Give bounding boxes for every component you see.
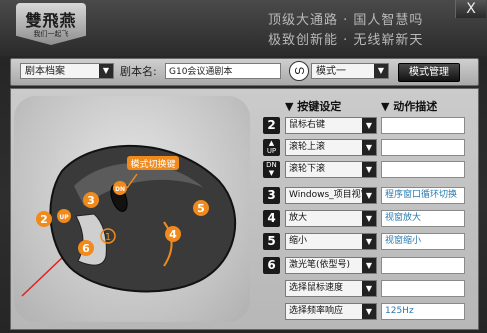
profile-name-input[interactable]: G10会议通剧本	[165, 63, 281, 79]
mouse-speed-label: 选择鼠标速度	[289, 283, 344, 293]
chevron-down-icon[interactable]: ▼	[362, 281, 376, 296]
scroll-up-action-select[interactable]: 滚轮上滚 ▼	[285, 139, 377, 156]
laser-beam	[21, 255, 65, 297]
mode-select-value: 模式一	[316, 66, 346, 77]
mode-switch-callout-label: 模式切换键	[130, 158, 175, 170]
logo-sub-text: 我们一起飞	[33, 30, 69, 38]
marker-dn-label: DN	[115, 186, 125, 193]
profile-select[interactable]: 剧本档案 ▼	[20, 63, 114, 79]
chevron-down-icon[interactable]: ▼	[362, 258, 376, 273]
chevron-down-icon[interactable]: ▼	[362, 234, 376, 249]
polling-rate-select[interactable]: 选择频率响应 ▼	[285, 303, 377, 320]
button-2-badge: 2	[263, 117, 280, 134]
chevron-down-icon[interactable]: ▼	[362, 211, 376, 226]
button-5-action-select[interactable]: 缩小 ▼	[285, 233, 377, 250]
polling-rate-label: 选择频率响应	[289, 306, 344, 316]
mode-select[interactable]: 模式一 ▼	[311, 63, 389, 79]
button-4-action-select[interactable]: 放大 ▼	[285, 210, 377, 227]
scroll-up-action-value: 滚轮上滚	[289, 142, 326, 152]
slogan-line-1: 顶级大通路 · 国人智慧吗	[268, 13, 424, 28]
button-2-action-select[interactable]: 鼠标右键 ▼	[285, 117, 377, 134]
marker-1-label: 1	[105, 232, 111, 243]
mouse-illustration: 模式切换键 2 UP 3 DN 4 5 6 1	[21, 145, 237, 297]
button-5-desc: 视窗缩小	[381, 233, 465, 250]
mode-manage-button[interactable]: 模式管理	[398, 63, 460, 82]
marker-6-label: 6	[82, 242, 90, 255]
slogan-line-2: 极致创新能 · 无线崭新天	[268, 33, 424, 48]
main-window: 雙飛燕 我们一起飞 顶级大通路 · 国人智慧吗 极致创新能 · 无线崭新天 X …	[0, 0, 487, 333]
chevron-down-icon[interactable]: ▼	[99, 64, 113, 78]
chevron-down-icon[interactable]: ▼	[374, 64, 388, 78]
button-3-action-value: Windows_项目视窗	[289, 190, 370, 200]
button-3-desc: 程序窗口循环切换	[381, 187, 465, 204]
scroll-down-badge-label: DN	[266, 161, 277, 169]
scroll-down-action-value: 滚轮下滚	[289, 164, 326, 174]
chevron-down-icon[interactable]: ▼	[362, 304, 376, 319]
scroll-down-icon: DN ▼	[263, 161, 280, 178]
scroll-up-icon: ▲ UP	[263, 139, 280, 156]
button-5-action-value: 缩小	[289, 236, 308, 246]
chevron-down-icon[interactable]: ▼	[362, 118, 376, 133]
mouse-speed-value	[381, 280, 465, 297]
name-label: 剧本名:	[120, 65, 157, 78]
mouse-speed-select[interactable]: 选择鼠标速度 ▼	[285, 280, 377, 297]
polling-rate-value: 125Hz	[381, 303, 465, 320]
chevron-down-icon[interactable]: ▼	[362, 162, 376, 177]
button-6-desc	[381, 257, 465, 274]
button-3-action-select[interactable]: Windows_项目视窗 ▼	[285, 187, 377, 204]
close-button[interactable]: X	[455, 0, 486, 18]
button-4-action-value: 放大	[289, 213, 308, 223]
button-6-badge: 6	[263, 257, 280, 274]
scroll-up-desc	[381, 139, 465, 156]
button-3-badge: 3	[263, 187, 280, 204]
button-2-desc	[381, 117, 465, 134]
button-5-badge: 5	[263, 233, 280, 250]
marker-3-label: 3	[87, 194, 95, 207]
brand-logo: 雙飛燕 我们一起飞	[16, 3, 86, 45]
header-bar: 雙飛燕 我们一起飞 顶级大通路 · 国人智慧吗 极致创新能 · 无线崭新天 X	[0, 0, 487, 56]
button-6-action-value: 激光笔(依型号)	[289, 260, 351, 270]
profile-select-value: 剧本档案	[25, 66, 65, 77]
chevron-down-icon[interactable]: ▼	[362, 188, 376, 203]
mode-switch-icon[interactable]: ഗ	[289, 61, 309, 81]
marker-4-label: 4	[169, 228, 177, 241]
column-header-desc: ▼ 动作描述	[381, 100, 438, 113]
chevron-down-icon[interactable]: ▼	[362, 140, 376, 155]
button-2-action-value: 鼠标右键	[289, 120, 326, 130]
marker-2-label: 2	[40, 213, 48, 226]
scroll-up-badge-label: UP	[266, 147, 277, 155]
button-6-action-select[interactable]: 激光笔(依型号) ▼	[285, 257, 377, 274]
column-header-key: ▼ 按键设定	[285, 100, 342, 113]
button-4-desc: 视窗放大	[381, 210, 465, 227]
scroll-down-desc	[381, 161, 465, 178]
marker-5-label: 5	[197, 202, 205, 215]
button-4-badge: 4	[263, 210, 280, 227]
marker-up-label: UP	[59, 214, 69, 221]
logo-main-text: 雙飛燕	[25, 11, 77, 30]
scroll-down-action-select[interactable]: 滚轮下滚 ▼	[285, 161, 377, 178]
